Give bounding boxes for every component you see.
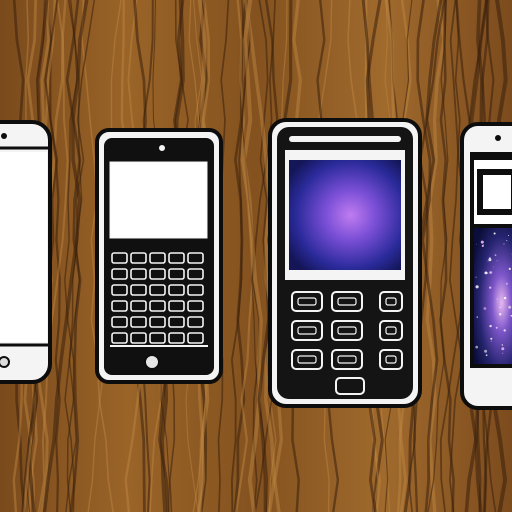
keypad-phone — [268, 118, 422, 408]
qwerty-key — [187, 268, 204, 280]
star — [493, 266, 495, 268]
qwerty-key — [111, 268, 128, 280]
numeric-key — [291, 349, 323, 370]
qwerty-key — [168, 268, 185, 280]
star — [475, 345, 479, 349]
qwerty-key — [187, 284, 204, 296]
star — [502, 352, 504, 354]
star — [501, 347, 505, 351]
star — [501, 344, 503, 346]
nebula-screen — [289, 160, 401, 270]
speaker-grille-icon — [289, 136, 401, 142]
star — [475, 276, 477, 278]
star — [503, 296, 507, 300]
qwerty-key — [168, 284, 185, 296]
star — [476, 316, 478, 318]
star — [482, 244, 484, 246]
star — [493, 232, 496, 235]
qwerty-key — [149, 252, 166, 264]
qwerty-key — [111, 332, 128, 344]
star — [506, 240, 508, 242]
qwerty-key — [130, 252, 147, 264]
numeric-key — [331, 291, 363, 312]
numeric-key — [291, 320, 323, 341]
star — [483, 307, 487, 310]
galaxy-screen — [474, 228, 512, 364]
star — [490, 337, 493, 340]
qwerty-key — [130, 268, 147, 280]
numeric-key — [379, 320, 403, 341]
numeric-key — [291, 291, 323, 312]
qwerty-key — [168, 300, 185, 312]
star — [490, 340, 492, 342]
star — [484, 271, 488, 275]
star — [508, 305, 512, 309]
star — [475, 285, 479, 289]
qwerty-key — [187, 332, 204, 344]
qwerty-key — [130, 316, 147, 328]
qwerty-key — [149, 300, 166, 312]
home-button-icon — [0, 356, 10, 368]
star — [489, 324, 492, 328]
numeric-key — [331, 320, 363, 341]
qwerty-key — [111, 252, 128, 264]
star — [499, 306, 501, 308]
qwerty-key — [168, 252, 185, 264]
smartphone-right-cropped — [460, 122, 512, 410]
smartphone-left-cropped — [0, 120, 52, 384]
scene — [0, 0, 512, 512]
star — [508, 235, 509, 236]
star — [480, 240, 484, 244]
star — [487, 260, 489, 262]
wood-background — [0, 0, 512, 512]
numeric-key — [379, 291, 403, 312]
qwerty-key — [187, 300, 204, 312]
phone-screen — [109, 161, 208, 239]
star — [495, 326, 498, 329]
numeric-key — [331, 349, 363, 370]
star — [489, 286, 492, 289]
qwerty-key — [130, 300, 147, 312]
qwerty-keyboard-phone — [95, 128, 223, 384]
qwerty-key — [168, 316, 185, 328]
qwerty-key — [111, 300, 128, 312]
star — [486, 272, 489, 274]
qwerty-key — [187, 252, 204, 264]
numeric-key — [379, 349, 403, 370]
qwerty-key — [149, 284, 166, 296]
star — [491, 271, 493, 273]
star — [508, 267, 511, 270]
qwerty-key — [168, 332, 185, 344]
star — [496, 260, 498, 262]
numeric-key — [335, 377, 365, 395]
star — [485, 354, 488, 357]
qwerty-key — [187, 316, 204, 328]
qwerty-key — [130, 332, 147, 344]
qwerty-key — [111, 284, 128, 296]
qwerty-key — [149, 316, 166, 328]
qwerty-key — [149, 268, 166, 280]
star — [475, 243, 477, 245]
qwerty-key — [111, 316, 128, 328]
star — [494, 254, 497, 257]
star — [484, 349, 488, 353]
star — [496, 298, 498, 300]
star — [503, 243, 505, 245]
home-button-icon — [144, 354, 160, 370]
star — [496, 301, 498, 303]
phone-screen — [0, 152, 47, 342]
star — [488, 257, 491, 260]
front-camera-icon — [159, 145, 165, 151]
qwerty-key — [130, 284, 147, 296]
star — [499, 313, 502, 316]
qwerty-key — [149, 332, 166, 344]
star — [505, 282, 508, 285]
star — [503, 329, 506, 332]
front-camera-icon — [495, 135, 501, 141]
front-camera-icon — [1, 133, 7, 139]
